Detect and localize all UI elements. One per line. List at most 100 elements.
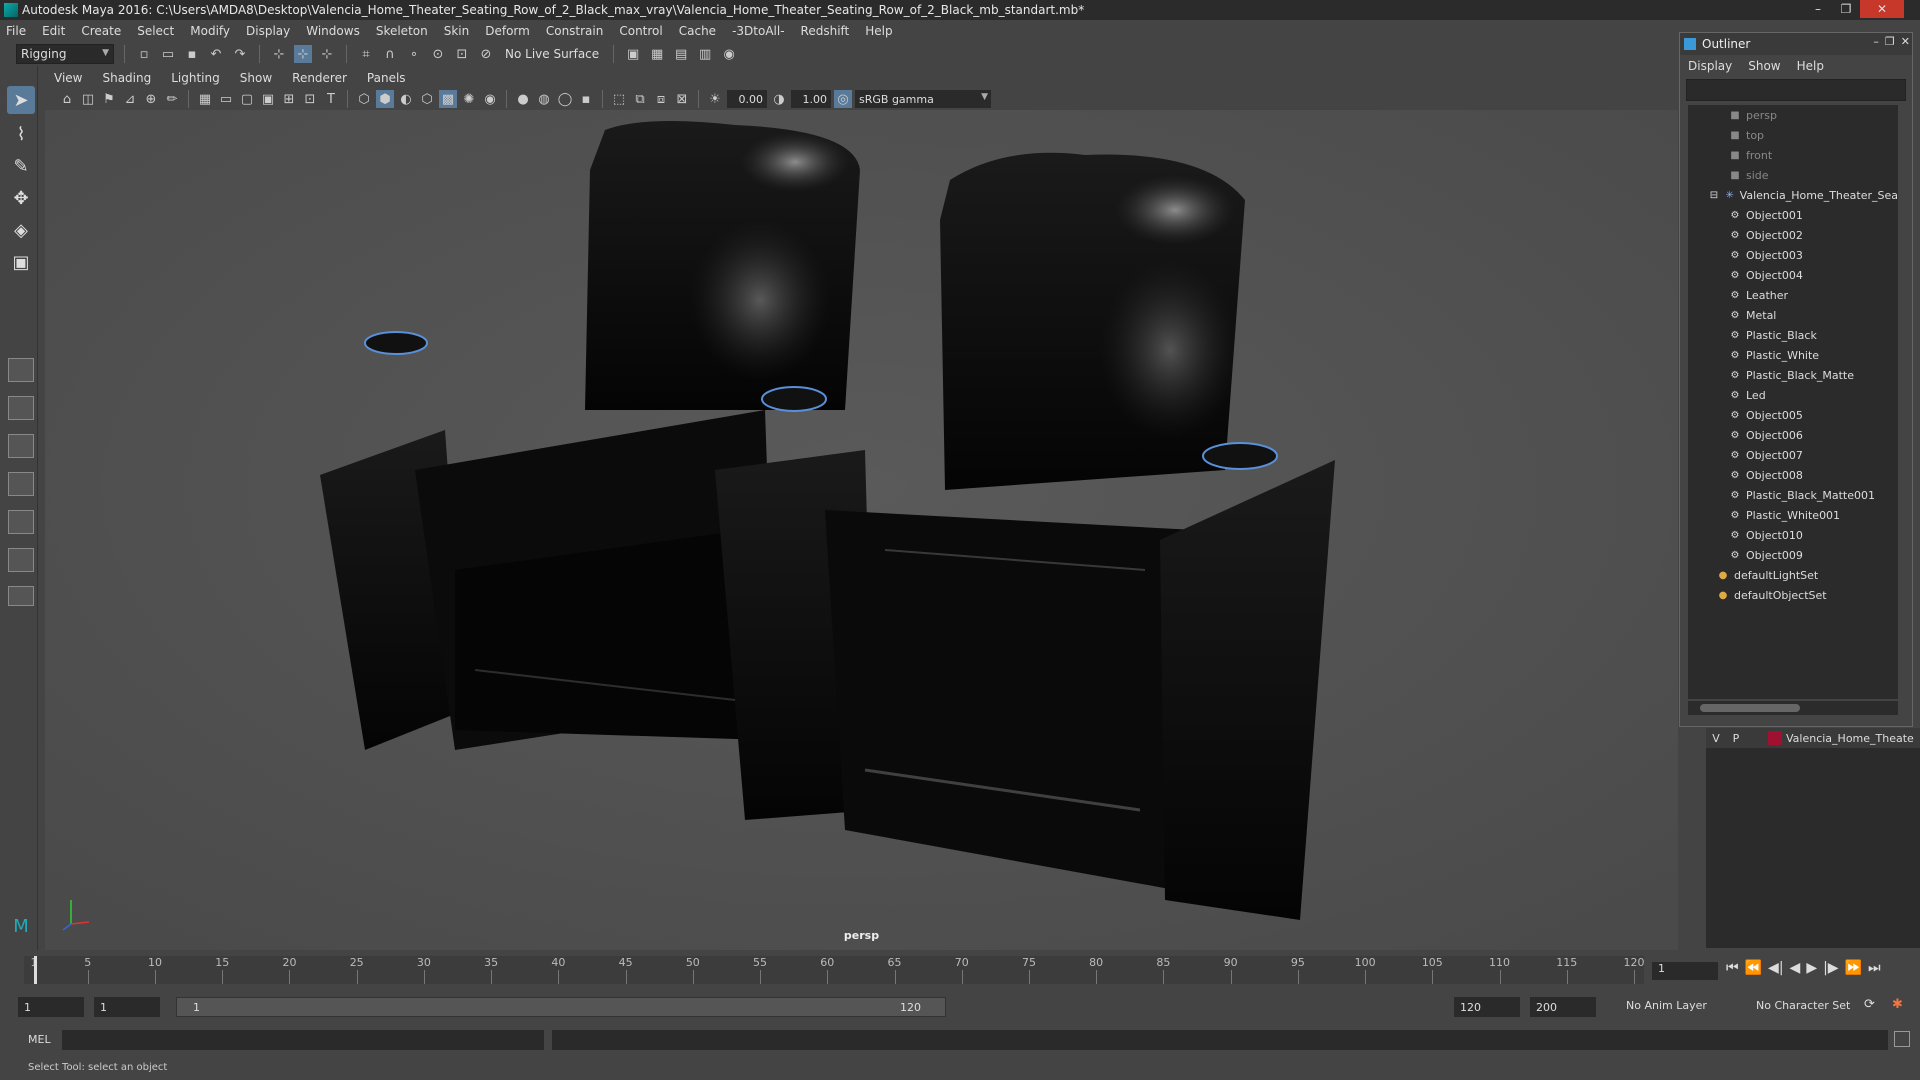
layer-visibility-toggle[interactable]: V xyxy=(1706,732,1726,745)
outliner-horizontal-scrollbar[interactable] xyxy=(1688,701,1898,715)
outliner-item-object006[interactable]: ⚙ Object006 xyxy=(1688,425,1898,445)
step-back-key-icon[interactable]: ⏪ xyxy=(1745,960,1762,976)
ipr-render-icon[interactable]: ▤ xyxy=(672,45,690,63)
outliner-item-object002[interactable]: ⚙ Object002 xyxy=(1688,225,1898,245)
layer-row[interactable]: V P Valencia_Home_Theate xyxy=(1706,728,1920,748)
snap-live-icon[interactable]: ⊘ xyxy=(477,45,495,63)
animation-start-field[interactable]: 1 xyxy=(18,997,84,1017)
wireframe-on-shaded-icon[interactable]: ⬡ xyxy=(418,90,436,108)
view-transform-dropdown[interactable]: sRGB gamma xyxy=(855,90,991,108)
four-pane-layout-icon[interactable] xyxy=(8,396,34,420)
outliner-item-object008[interactable]: ⚙ Object008 xyxy=(1688,465,1898,485)
scale-tool-icon[interactable]: ▣ xyxy=(7,248,35,276)
character-set-dropdown[interactable]: No Character Set xyxy=(1756,999,1850,1012)
menu-constrain[interactable]: Constrain xyxy=(546,24,604,38)
gate-mask-icon[interactable]: ▣ xyxy=(259,90,277,108)
select-hierarchy-icon[interactable]: ⊹ xyxy=(270,45,288,63)
motion-blur-icon[interactable]: ◍ xyxy=(535,90,553,108)
outliner-menu-help[interactable]: Help xyxy=(1797,59,1824,73)
animation-end-field[interactable]: 200 xyxy=(1530,997,1596,1017)
outliner-close-button[interactable]: ✕ xyxy=(1901,35,1910,48)
command-language-label[interactable]: MEL xyxy=(28,1033,51,1046)
outliner-group-item[interactable]: ⊟ ✳ Valencia_Home_Theater_Sea xyxy=(1688,185,1898,205)
select-object-icon[interactable]: ⊹ xyxy=(294,45,312,63)
outliner-item-object003[interactable]: ⚙ Object003 xyxy=(1688,245,1898,265)
select-tool-icon[interactable]: ➤ xyxy=(7,86,35,114)
save-scene-icon[interactable]: ▪ xyxy=(183,45,201,63)
hypershade-layout-icon[interactable] xyxy=(8,548,34,572)
command-input[interactable] xyxy=(62,1030,544,1050)
grease-pencil-icon[interactable]: ✏ xyxy=(163,90,181,108)
menu-display[interactable]: Display xyxy=(246,24,290,38)
playback-end-field[interactable]: 120 xyxy=(1454,997,1520,1017)
panel-menu-renderer[interactable]: Renderer xyxy=(292,71,347,85)
auto-key-icon[interactable]: ⟳ xyxy=(1864,997,1875,1012)
two-pane-layout-icon[interactable] xyxy=(8,434,34,458)
safe-title-icon[interactable]: T xyxy=(322,90,340,108)
go-to-end-icon[interactable]: ⏭ xyxy=(1868,960,1881,976)
safe-action-icon[interactable]: ⊡ xyxy=(301,90,319,108)
use-all-lights-icon[interactable]: ✺ xyxy=(460,90,478,108)
menu-skin[interactable]: Skin xyxy=(444,24,470,38)
exposure-field[interactable]: 0.00 xyxy=(727,90,767,108)
shadows-icon[interactable]: ◉ xyxy=(481,90,499,108)
range-slider[interactable]: 1 120 xyxy=(176,997,946,1017)
menu-create[interactable]: Create xyxy=(81,24,121,38)
menu-skeleton[interactable]: Skeleton xyxy=(376,24,428,38)
move-tool-icon[interactable]: ✥ xyxy=(7,184,35,212)
camera-attr-icon[interactable]: ◫ xyxy=(79,90,97,108)
play-backwards-icon[interactable]: ◀ xyxy=(1790,960,1801,976)
xray-components-icon[interactable]: ⊠ xyxy=(673,90,691,108)
scrollbar-thumb[interactable] xyxy=(1700,704,1800,712)
outliner-item-metal[interactable]: ⚙ Metal xyxy=(1688,305,1898,325)
menu-edit[interactable]: Edit xyxy=(42,24,65,38)
film-gate-icon[interactable]: ▭ xyxy=(217,90,235,108)
step-forward-key-icon[interactable]: ⏩ xyxy=(1845,960,1862,976)
step-forward-frame-icon[interactable]: |▶ xyxy=(1823,960,1838,976)
wireframe-icon[interactable]: ⬡ xyxy=(355,90,373,108)
live-surface-label[interactable]: No Live Surface xyxy=(501,47,603,61)
menu-file[interactable]: File xyxy=(6,24,26,38)
select-component-icon[interactable]: ⊹ xyxy=(318,45,336,63)
outliner-item-plastic-black-matte[interactable]: ⚙ Plastic_Black_Matte xyxy=(1688,365,1898,385)
outliner-minimize-button[interactable]: – xyxy=(1873,35,1879,48)
menu-modify[interactable]: Modify xyxy=(190,24,230,38)
menu-set-dropdown[interactable]: Rigging xyxy=(16,44,114,64)
outliner-item-side[interactable]: ■ side xyxy=(1688,165,1898,185)
gamma-icon[interactable]: ◑ xyxy=(770,90,788,108)
textured-icon[interactable]: ▩ xyxy=(439,90,457,108)
outliner-item-front[interactable]: ■ front xyxy=(1688,145,1898,165)
depth-of-field-icon[interactable]: ▪ xyxy=(577,90,595,108)
outliner-item-plastic-white[interactable]: ⚙ Plastic_White xyxy=(1688,345,1898,365)
smooth-shade-icon[interactable]: ⬢ xyxy=(376,90,394,108)
snap-surface-icon[interactable]: ⊡ xyxy=(453,45,471,63)
menu-3dtoall[interactable]: -3DtoAll- xyxy=(732,24,784,38)
menu-help[interactable]: Help xyxy=(865,24,892,38)
outliner-item-object004[interactable]: ⚙ Object004 xyxy=(1688,265,1898,285)
outliner-search-field[interactable] xyxy=(1686,79,1906,101)
viewport-persp[interactable]: persp xyxy=(45,110,1678,950)
lasso-tool-icon[interactable]: ⌇ xyxy=(7,120,35,148)
panel-menu-lighting[interactable]: Lighting xyxy=(171,71,220,85)
rotate-tool-icon[interactable]: ◈ xyxy=(7,216,35,244)
collapse-icon[interactable]: ⊟ xyxy=(1708,190,1720,201)
anim-layer-dropdown[interactable]: No Anim Layer xyxy=(1626,999,1707,1012)
outliner-layout-icon[interactable] xyxy=(8,472,34,496)
exposure-icon[interactable]: ☀ xyxy=(706,90,724,108)
maximize-button[interactable]: ❐ xyxy=(1832,0,1860,18)
undo-icon[interactable]: ↶ xyxy=(207,45,225,63)
animation-prefs-icon[interactable]: ✱ xyxy=(1892,997,1903,1012)
outliner-item-top[interactable]: ■ top xyxy=(1688,125,1898,145)
outliner-menu-display[interactable]: Display xyxy=(1688,59,1732,73)
menu-cache[interactable]: Cache xyxy=(679,24,716,38)
outliner-item-leather[interactable]: ⚙ Leather xyxy=(1688,285,1898,305)
current-time-marker[interactable] xyxy=(34,956,37,984)
image-plane-icon[interactable]: ⊿ xyxy=(121,90,139,108)
more-layouts-icon[interactable] xyxy=(8,586,34,606)
time-ruler[interactable]: 1510152025303540455055606570758085909510… xyxy=(24,956,1645,984)
outliner-item-default-object-set[interactable]: ● defaultObjectSet xyxy=(1688,585,1898,605)
go-to-start-icon[interactable]: ⏮ xyxy=(1726,960,1739,976)
2d-pan-zoom-icon[interactable]: ⊕ xyxy=(142,90,160,108)
outliner-item-object010[interactable]: ⚙ Object010 xyxy=(1688,525,1898,545)
render-view-icon[interactable]: ▥ xyxy=(696,45,714,63)
